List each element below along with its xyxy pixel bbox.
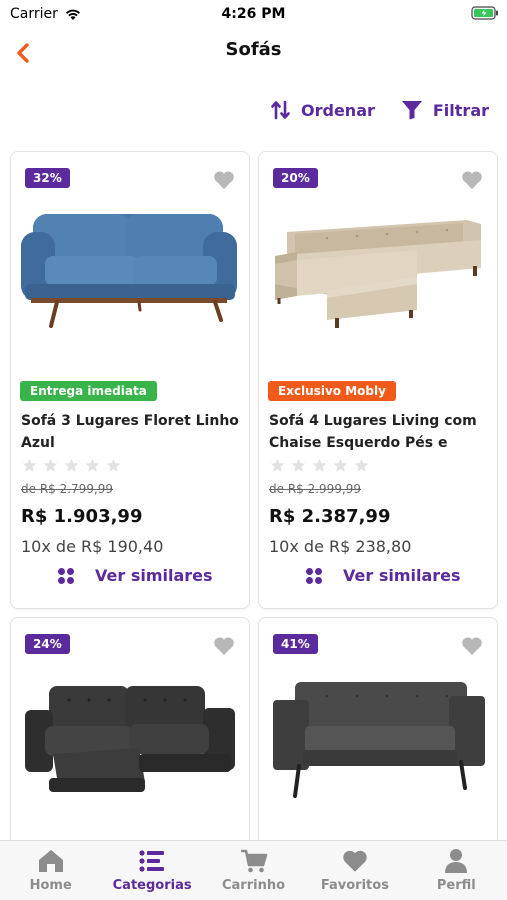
sort-button[interactable]: Ordenar [271,100,375,120]
star-icon [43,458,58,472]
tab-categorias[interactable]: Categorias [101,841,202,900]
product-image-black-recliner-sofa[interactable] [19,678,241,808]
tab-home[interactable]: Home [0,841,101,900]
product-card[interactable]: 41% [258,617,498,857]
status-bar: Carrier 4:26 PM [0,0,507,28]
similar-button[interactable]: Ver similares [57,566,213,585]
list-icon [139,848,165,874]
filter-button[interactable]: Filtrar [401,100,489,120]
star-icon [22,458,37,472]
similar-button[interactable]: Ver similares [305,566,461,585]
tab-label: Carrinho [221,878,286,893]
header: Sofás [0,30,507,74]
heart-icon [462,171,482,189]
old-price: de R$ 2.999,99 [269,482,362,496]
person-icon [444,848,468,874]
similar-label: Ver similares [343,566,461,585]
star-icon [333,458,348,472]
product-image-blue-sofa[interactable] [19,204,241,334]
filter-icon [401,101,422,120]
screen: Carrier 4:26 PM Sofás Ordenar Filtrar 32… [0,0,507,900]
heart-icon [341,848,369,874]
product-card[interactable]: 24% [10,617,250,857]
star-icon [354,458,369,472]
installments: 10x de R$ 190,40 [21,537,164,556]
filter-label: Filtrar [432,100,489,120]
old-price: de R$ 2.799,99 [21,482,114,496]
product-image-gray-sofa[interactable] [267,674,489,804]
tab-carrinho[interactable]: Carrinho [203,841,304,900]
favorite-button[interactable] [213,636,235,660]
discount-badge: 24% [25,634,70,654]
cart-icon [240,848,268,874]
rating-stars [22,458,121,472]
star-icon [270,458,285,472]
product-card[interactable]: 20% Exclusivo Mobly Sofá 4 Lugares Livin… [258,151,498,609]
exclusive-tag: Exclusivo Mobly [268,381,396,401]
tab-label: Perfil [436,878,476,893]
favorite-button[interactable] [461,170,483,194]
sort-label: Ordenar [301,100,375,120]
product-image-beige-chaise-sofa[interactable] [267,204,489,334]
star-icon [106,458,121,472]
discount-badge: 32% [25,168,70,188]
battery-icon [471,6,499,24]
grid-dots-icon [306,567,322,584]
tab-bar: Home Categorias Carrinho Favoritos Perfi… [0,840,507,900]
heart-icon [214,637,234,655]
product-card[interactable]: 32% Entrega imediata Sofá 3 Lugares Flor… [10,151,250,609]
heart-icon [462,637,482,655]
grid-dots-icon [58,567,74,584]
tab-favoritos[interactable]: Favoritos [304,841,405,900]
tab-label: Home [29,878,72,893]
product-name[interactable]: Sofá 4 Lugares Living com Chaise Esquerd… [269,410,491,454]
installments: 10x de R$ 238,80 [269,537,412,556]
tab-label: Favoritos [320,878,389,893]
similar-label: Ver similares [95,566,213,585]
delivery-tag: Entrega imediata [20,381,157,401]
heart-icon [214,171,234,189]
tab-perfil[interactable]: Perfil [406,841,507,900]
sort-icon [271,100,290,120]
star-icon [85,458,100,472]
tab-label: Categorias [112,878,192,893]
rating-stars [270,458,369,472]
status-time: 4:26 PM [221,6,286,22]
favorite-button[interactable] [213,170,235,194]
page-title: Sofás [225,39,282,60]
discount-badge: 20% [273,168,318,188]
price: R$ 2.387,99 [269,506,391,527]
toolbar: Ordenar Filtrar [271,100,489,120]
product-name[interactable]: Sofá 3 Lugares Floret Linho Azul [21,410,243,454]
price: R$ 1.903,99 [21,506,143,527]
discount-badge: 41% [273,634,318,654]
home-icon [38,848,64,874]
star-icon [64,458,79,472]
favorite-button[interactable] [461,636,483,660]
star-icon [312,458,327,472]
star-icon [291,458,306,472]
